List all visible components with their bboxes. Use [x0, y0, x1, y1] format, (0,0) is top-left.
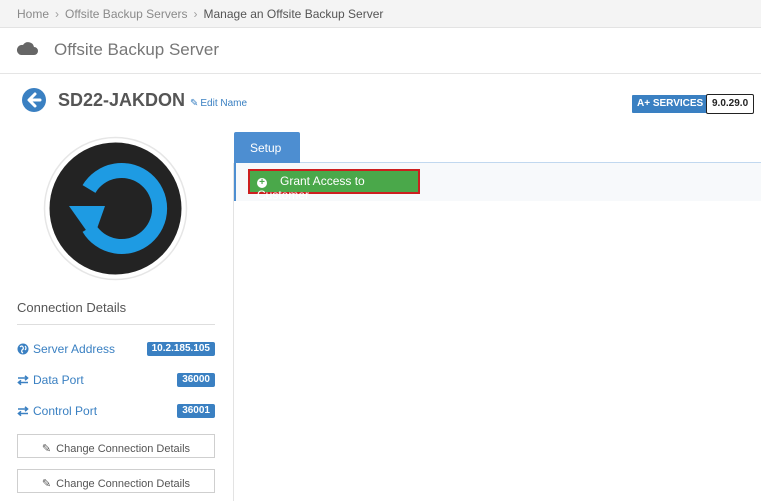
- breadcrumb-current: Manage an Offsite Backup Server: [203, 7, 384, 21]
- server-row: SD22-JAKDON ✎ Edit Name A+ SERVICES 9.0.2…: [0, 86, 761, 118]
- exchange-icon: [17, 406, 29, 417]
- change-connection-details-button-2[interactable]: ✎ Change Connection Details: [17, 469, 215, 493]
- server-address-label: Server Address: [33, 342, 116, 356]
- globe-icon: [17, 343, 29, 355]
- server-name: SD22-JAKDON: [58, 90, 186, 110]
- edit-name-link[interactable]: ✎ Edit Name: [190, 98, 247, 109]
- tab-setup[interactable]: Setup: [234, 132, 300, 163]
- connection-divider: [17, 324, 215, 325]
- page-header: Offsite Backup Server: [0, 28, 761, 74]
- grant-access-button[interactable]: + Grant Access to Customer: [250, 171, 418, 202]
- breadcrumb-separator: ›: [55, 7, 60, 21]
- plus-circle-icon: +: [257, 178, 267, 188]
- backup-logo-icon: [43, 136, 188, 281]
- edit-name-label: Edit Name: [200, 98, 248, 109]
- back-arrow-icon[interactable]: [22, 88, 46, 112]
- data-port-value: 36000: [177, 373, 215, 387]
- change-connection-details-label: Change Connection Details: [56, 478, 191, 490]
- version-badge: 9.0.29.0: [706, 94, 755, 114]
- data-port-row: Data Port 36000: [17, 372, 215, 390]
- services-badge: A+ SERVICES: [632, 95, 709, 113]
- control-port-value: 36001: [177, 404, 215, 418]
- server-address-row: Server Address 10.2.185.105: [17, 341, 215, 359]
- control-port-row: Control Port 36001: [17, 403, 215, 421]
- breadcrumb-offsite-backup-servers[interactable]: Offsite Backup Servers: [65, 7, 188, 21]
- pencil-icon: ✎: [41, 443, 52, 455]
- exchange-icon: [17, 375, 29, 386]
- connection-details-title: Connection Details: [17, 300, 127, 315]
- page-title: Offsite Backup Server: [54, 40, 220, 59]
- pencil-icon: ✎: [41, 478, 52, 490]
- change-connection-details-label: Change Connection Details: [56, 443, 191, 455]
- breadcrumb-home[interactable]: Home: [17, 7, 49, 21]
- cloud-icon: [16, 42, 38, 55]
- breadcrumb-separator: ›: [193, 7, 198, 21]
- data-port-label: Data Port: [33, 373, 84, 387]
- change-connection-details-button[interactable]: ✎ Change Connection Details: [17, 434, 215, 458]
- control-port-label: Control Port: [33, 404, 98, 418]
- breadcrumb: Home › Offsite Backup Servers › Manage an Of…: [0, 0, 761, 28]
- server-address-value: 10.2.185.105: [146, 342, 215, 356]
- panel-divider: [233, 163, 234, 501]
- pencil-icon: ✎: [190, 98, 199, 109]
